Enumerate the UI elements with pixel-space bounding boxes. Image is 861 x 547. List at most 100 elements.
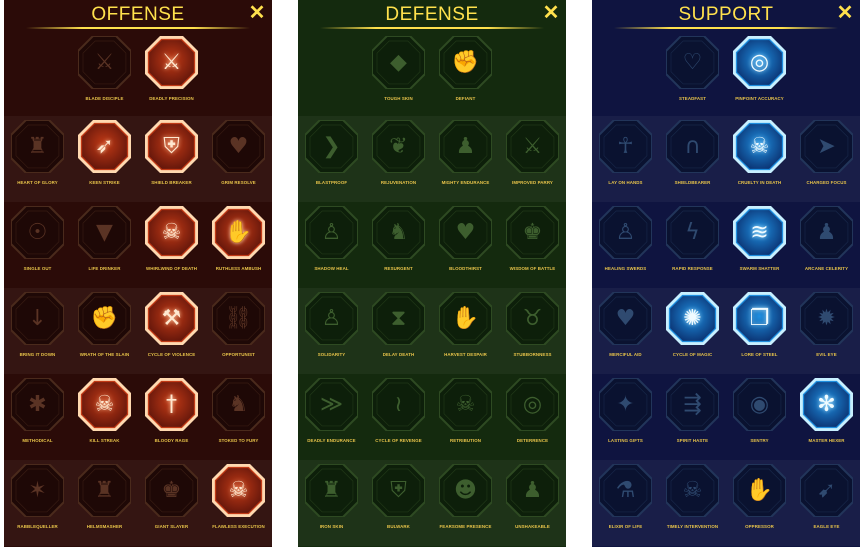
support-close-icon[interactable]: ✕ bbox=[834, 2, 856, 24]
skill-node[interactable]: ♥ Merciful Aid bbox=[592, 288, 659, 374]
skill-node[interactable]: ∩ Shieldbearer bbox=[659, 116, 726, 202]
skill-label: Cycle of Magic bbox=[672, 352, 713, 357]
skill-node[interactable]: ≫ Deadly Endurance bbox=[298, 374, 365, 460]
strongman-icon: ♟ bbox=[455, 134, 476, 159]
defense-skill-row: ♙ Solidarity ⧗ Delay Death ✋ Harvest Despair ♉… bbox=[298, 288, 566, 374]
skill-node[interactable]: ⇶ Spirit Haste bbox=[659, 374, 726, 460]
skill-node[interactable]: ♙ Healing Swerds bbox=[592, 202, 659, 288]
support-title: SUPPORT bbox=[678, 4, 774, 25]
skill-node[interactable]: † Bloody Rage bbox=[138, 374, 205, 460]
skill-label: Life Drinker bbox=[88, 266, 121, 271]
skill-label: Cruelty in Death bbox=[737, 180, 782, 185]
skill-node[interactable]: ✺ Cycle of Magic bbox=[659, 288, 726, 374]
skill-node[interactable]: ✊ Defiant bbox=[432, 32, 499, 118]
skill-node[interactable]: ⚔ Improved Parry bbox=[499, 116, 566, 202]
support-skill-row: ⚗ Elixir of Life ☠ Timely Intervention ✋ Oppr… bbox=[592, 460, 860, 546]
skill-node[interactable]: ✹ Evil Eye bbox=[793, 288, 860, 374]
skill-node[interactable]: ◆ Tough Skin bbox=[365, 32, 432, 118]
skill-node[interactable]: ☠ Flawless Execution bbox=[205, 460, 272, 546]
skill-node[interactable]: ♥ Grim Resolve bbox=[205, 116, 272, 202]
skill-node[interactable]: ♙ Solidarity bbox=[298, 288, 365, 374]
eagle-icon: ➹ bbox=[817, 478, 836, 503]
skill-node[interactable]: ♜ Iron Skin bbox=[298, 460, 365, 546]
skill-node[interactable]: ✦ Lasting Gifts bbox=[592, 374, 659, 460]
support-header: SUPPORT ✕ bbox=[592, 0, 860, 30]
skill-node[interactable]: ♞ Resurgent bbox=[365, 202, 432, 288]
armored-figure-icon: ♜ bbox=[321, 478, 342, 503]
skull-whirl-icon: ☠ bbox=[161, 220, 182, 245]
skill-node[interactable]: ☻ Fearsome Presence bbox=[432, 460, 499, 546]
skill-node[interactable]: ϟ Rapid Response bbox=[659, 202, 726, 288]
skill-node[interactable]: ✋ Harvest Despair bbox=[432, 288, 499, 374]
skill-label: Bulwark bbox=[387, 524, 410, 529]
offense-close-icon[interactable]: ✕ bbox=[246, 2, 268, 24]
skill-node[interactable]: ▼ Life Drinker bbox=[71, 202, 138, 288]
skill-node[interactable]: ➶ Keen Strike bbox=[71, 116, 138, 202]
skill-node[interactable]: ♟ Arcane Celerity bbox=[793, 202, 860, 288]
skill-node[interactable]: ❦ Rejuvenation bbox=[365, 116, 432, 202]
skill-node[interactable]: ⛨ Shield Breaker bbox=[138, 116, 205, 202]
skill-node[interactable]: ✋ Oppressor bbox=[726, 460, 793, 546]
skill-label: Retribution bbox=[449, 438, 482, 443]
lightning-shield-icon: ϟ bbox=[685, 220, 700, 245]
skill-label: Blade Disciple bbox=[85, 96, 124, 101]
skill-node[interactable]: ❯ Blastproof bbox=[298, 116, 365, 202]
skill-node[interactable]: ⚒ Cycle of Violence bbox=[138, 288, 205, 374]
skill-node[interactable]: ≀ Cycle of Revenge bbox=[365, 374, 432, 460]
offense-title-divider bbox=[26, 27, 250, 29]
skill-node[interactable]: ☠ Kill Streak bbox=[71, 374, 138, 460]
skill-node[interactable]: ☥ Lay on Hands bbox=[592, 116, 659, 202]
offense-skill-row: ✱ Methodical ☠ Kill Streak † Bloody Rage ♞ Stok… bbox=[4, 374, 272, 460]
falling-sword-icon: ↓ bbox=[28, 306, 47, 331]
offense-skill-row: ♜ Heart of Glory ➶ Keen Strike ⛨ Shield Break… bbox=[4, 116, 272, 202]
skill-node[interactable]: ◉ Sentry bbox=[726, 374, 793, 460]
skill-node[interactable]: ♞ Stoked to Fury bbox=[205, 374, 272, 460]
skill-node[interactable]: ☠ Timely Intervention bbox=[659, 460, 726, 546]
skill-node[interactable]: ♥ Bloodthirst bbox=[432, 202, 499, 288]
skill-node[interactable]: ✶ Rabblequeller bbox=[4, 460, 71, 546]
skill-node[interactable]: ♟ Mighty Endurance bbox=[432, 116, 499, 202]
skill-node[interactable]: ♚ Giant Slayer bbox=[138, 460, 205, 546]
skill-node[interactable]: ♜ Heart of Glory bbox=[4, 116, 71, 202]
skill-node[interactable]: ⚗ Elixir of Life bbox=[592, 460, 659, 546]
skill-node[interactable]: ✻ Master Hexer bbox=[793, 374, 860, 460]
skill-node[interactable]: ✊ Wrath of the Slain bbox=[71, 288, 138, 374]
skill-label: Iron Skin bbox=[319, 524, 344, 529]
skill-node[interactable]: ♡ Steadfast bbox=[659, 32, 726, 118]
skill-node[interactable]: ♟ Unshakeable bbox=[499, 460, 566, 546]
skill-node[interactable]: ◎ Pinpoint Accuracy bbox=[726, 32, 793, 118]
skill-node[interactable]: ≋ Swarm Shatter bbox=[726, 202, 793, 288]
horned-warrior-icon: ♜ bbox=[27, 134, 48, 159]
evil-eye-icon: ✹ bbox=[817, 306, 836, 331]
skill-node[interactable]: ⚔ Blade Disciple bbox=[71, 32, 138, 118]
potion-icon: ⚗ bbox=[615, 478, 636, 503]
skill-node[interactable]: ♉ Stubbornness bbox=[499, 288, 566, 374]
skill-node[interactable]: ♚ Wisdom of Battle bbox=[499, 202, 566, 288]
skill-label: Merciful Aid bbox=[609, 352, 642, 357]
heart-chain-icon: ♥ bbox=[615, 306, 636, 331]
defense-close-icon[interactable]: ✕ bbox=[540, 2, 562, 24]
skill-node[interactable]: ✋ Ruthless Ambush bbox=[205, 202, 272, 288]
skill-node[interactable]: ➤ Charged Focus bbox=[793, 116, 860, 202]
skill-node[interactable]: ⚔ Deadly Precision bbox=[138, 32, 205, 118]
skill-node[interactable]: ❐ Lore of Steel bbox=[726, 288, 793, 374]
axe-cycle-icon: ⚒ bbox=[161, 306, 182, 331]
skill-node[interactable]: ✱ Methodical bbox=[4, 374, 71, 460]
skill-node[interactable]: ☠ Whirlwind of Death bbox=[138, 202, 205, 288]
skill-node[interactable]: ♙ Shadow Heal bbox=[298, 202, 365, 288]
eye-icon: ◉ bbox=[749, 392, 770, 417]
skill-node[interactable]: ◎ Deterrence bbox=[499, 374, 566, 460]
skill-label: Defiant bbox=[455, 96, 476, 101]
skill-node[interactable]: ☉ Single Out bbox=[4, 202, 71, 288]
dash-icon: ➤ bbox=[817, 134, 836, 159]
skill-node[interactable]: ⛨ Bulwark bbox=[365, 460, 432, 546]
skill-node[interactable]: ☠ Retribution bbox=[432, 374, 499, 460]
fanged-maw-icon: ▼ bbox=[96, 220, 113, 245]
skill-node[interactable]: ⧗ Delay Death bbox=[365, 288, 432, 374]
skill-node[interactable]: ⛓ Opportunist bbox=[205, 288, 272, 374]
skill-node[interactable]: ♜ Helmsmasher bbox=[71, 460, 138, 546]
skill-node[interactable]: ↓ Bring It Down bbox=[4, 288, 71, 374]
skill-node[interactable]: ➹ Eagle Eye bbox=[793, 460, 860, 546]
defense-skill-row: ♙ Shadow Heal ♞ Resurgent ♥ Bloodthirst ♚ Wisdo… bbox=[298, 202, 566, 288]
skill-node[interactable]: ☠ Cruelty in Death bbox=[726, 116, 793, 202]
